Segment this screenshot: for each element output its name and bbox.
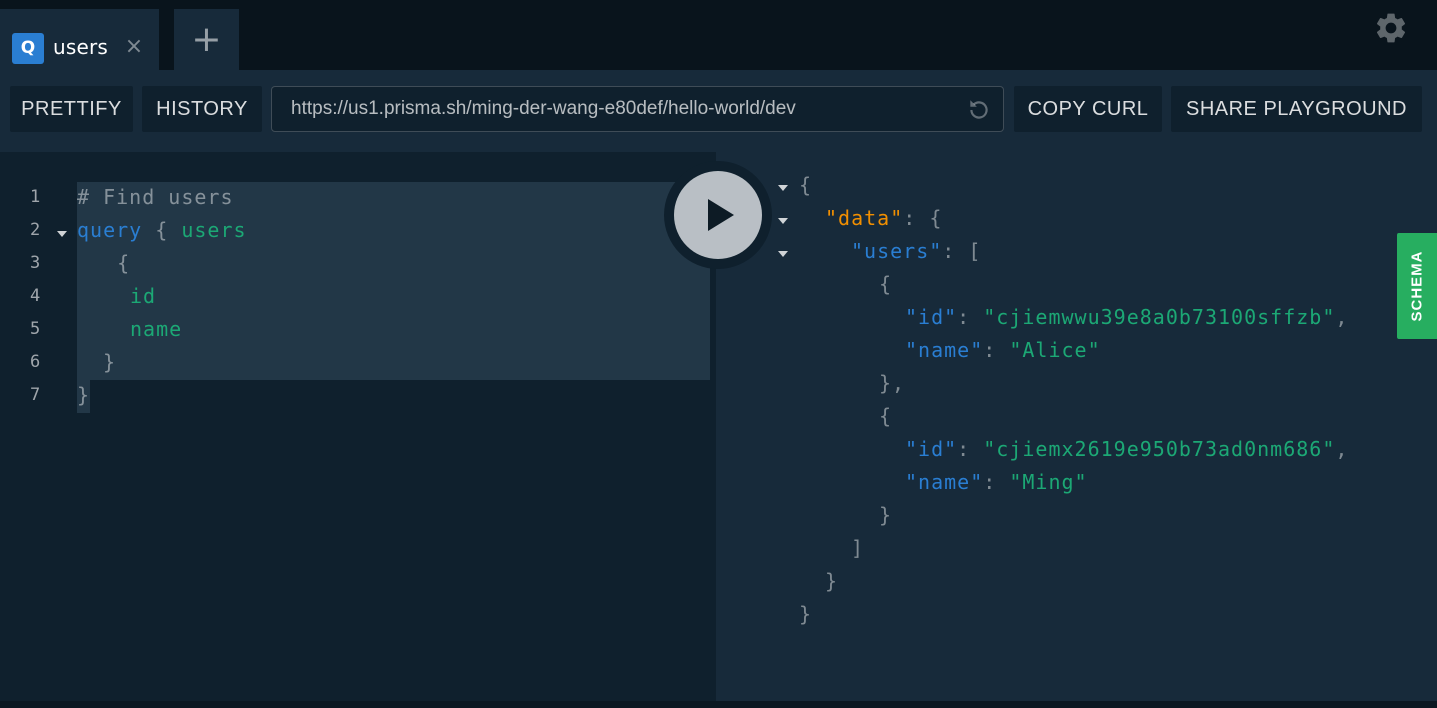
json-brace: { bbox=[879, 272, 893, 296]
bottom-bar bbox=[0, 701, 1437, 708]
line-number: 6 bbox=[30, 352, 41, 372]
endpoint-url: https://us1.prisma.sh/ming-der-wang-e80d… bbox=[291, 98, 796, 119]
code-comment: # Find users bbox=[77, 185, 234, 209]
fold-arrow-icon[interactable] bbox=[57, 231, 67, 237]
run-button-face bbox=[674, 171, 762, 259]
new-tab-button[interactable]: + bbox=[174, 9, 239, 70]
json-value-id: "cjiemwwu39e8a0b73100sffzb" bbox=[983, 305, 1336, 329]
json-brace: }, bbox=[879, 371, 906, 395]
copy-curl-button[interactable]: COPY CURL bbox=[1014, 86, 1162, 132]
json-key-name: "name" bbox=[905, 338, 984, 362]
code-field: users bbox=[181, 218, 247, 242]
play-icon bbox=[708, 199, 734, 231]
run-button[interactable] bbox=[664, 161, 772, 269]
json-bracket: ] bbox=[851, 536, 865, 560]
toolbar: PRETTIFY HISTORY https://us1.prisma.sh/m… bbox=[0, 70, 1437, 152]
reload-icon[interactable] bbox=[966, 97, 992, 123]
schema-label: SCHEMA bbox=[1408, 250, 1426, 322]
line-number: 4 bbox=[30, 286, 41, 306]
fold-arrow-icon[interactable] bbox=[778, 218, 788, 224]
json-key-users: "users" bbox=[851, 239, 943, 263]
json-name-line: "name": "Alice" bbox=[905, 338, 1101, 362]
selection-highlight bbox=[77, 182, 710, 380]
json-brace: { bbox=[799, 173, 813, 197]
json-value-name: "Ming" bbox=[1009, 470, 1088, 494]
code-brace: } bbox=[77, 383, 91, 407]
code-keyword: query bbox=[77, 218, 143, 242]
tab-title: users bbox=[53, 35, 109, 59]
prettify-button[interactable]: PRETTIFY bbox=[10, 86, 133, 132]
json-key-id: "id" bbox=[905, 437, 958, 461]
json-name-line: "name": "Ming" bbox=[905, 470, 1088, 494]
fold-arrow-icon[interactable] bbox=[778, 185, 788, 191]
json-key-id: "id" bbox=[905, 305, 958, 329]
code-brace: { bbox=[142, 218, 182, 242]
line-number: 5 bbox=[30, 319, 41, 339]
fold-arrow-icon[interactable] bbox=[778, 251, 788, 257]
line-number: 7 bbox=[30, 385, 41, 405]
json-punct: : [ bbox=[942, 239, 982, 263]
history-button[interactable]: HISTORY bbox=[142, 86, 262, 132]
json-brace: } bbox=[825, 569, 839, 593]
query-editor[interactable]: 1 2 3 4 5 6 7 # Find users query { users… bbox=[0, 152, 716, 701]
endpoint-input[interactable]: https://us1.prisma.sh/ming-der-wang-e80d… bbox=[271, 86, 1004, 132]
line-number: 1 bbox=[30, 187, 41, 207]
tab-users[interactable]: Q users × bbox=[0, 9, 159, 70]
json-value-id: "cjiemx2619e950b73ad0nm686" bbox=[983, 437, 1336, 461]
gear-icon[interactable] bbox=[1373, 10, 1409, 46]
result-pane: { "data": { "users": [ { "id": "cjiemwwu… bbox=[716, 152, 1437, 701]
query-badge: Q bbox=[12, 33, 44, 64]
code-field: id bbox=[130, 284, 157, 308]
json-data-line: "data": { bbox=[825, 206, 942, 230]
json-id-line: "id": "cjiemx2619e950b73ad0nm686", bbox=[905, 437, 1349, 461]
code-field: name bbox=[130, 317, 183, 341]
json-punct: : { bbox=[903, 206, 943, 230]
close-icon[interactable]: × bbox=[124, 35, 144, 59]
json-users-line: "users": [ bbox=[851, 239, 981, 263]
code-brace: { bbox=[91, 251, 131, 275]
line-number: 3 bbox=[30, 253, 41, 273]
share-playground-button[interactable]: SHARE PLAYGROUND bbox=[1171, 86, 1422, 132]
json-value-name: "Alice" bbox=[1009, 338, 1101, 362]
code-line-query: query { users bbox=[77, 218, 247, 242]
json-brace: { bbox=[879, 404, 893, 428]
code-brace: } bbox=[103, 350, 117, 374]
json-key-data: "data" bbox=[825, 206, 904, 230]
line-number: 2 bbox=[30, 220, 41, 240]
json-brace: } bbox=[879, 503, 893, 527]
schema-tab[interactable]: SCHEMA bbox=[1397, 233, 1437, 339]
tab-bar: Q users × + bbox=[0, 0, 1437, 70]
json-key-name: "name" bbox=[905, 470, 984, 494]
json-id-line: "id": "cjiemwwu39e8a0b73100sffzb", bbox=[905, 305, 1349, 329]
json-brace: } bbox=[799, 602, 813, 626]
